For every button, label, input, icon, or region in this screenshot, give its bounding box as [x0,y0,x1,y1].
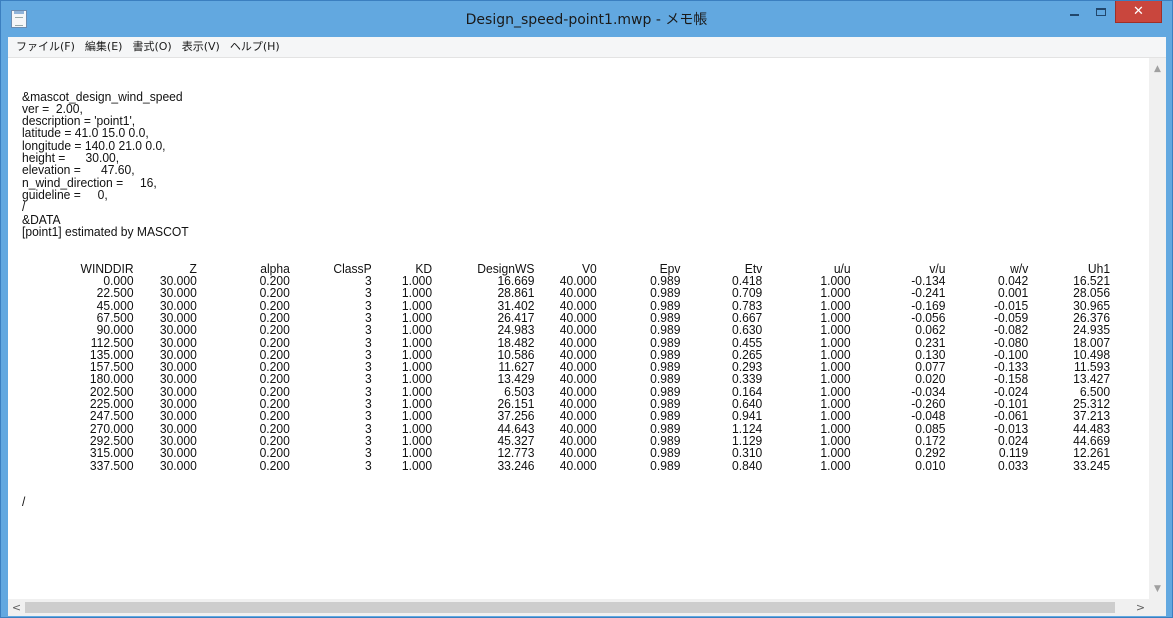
footer-line: / [22,494,26,510]
close-icon: ✕ [1133,4,1144,19]
header-line: elevation = 47.60, [22,162,135,178]
data-table: WINDDIR Zalpha ClassP KD DesignWS V0 Epv Etv u/u… [22,262,1111,473]
footer-lines: / [22,494,1101,510]
table-cell: 0.989 [650,457,681,473]
table-cell: 3 [364,457,372,473]
menu-view[interactable]: 表示(V) [177,37,225,57]
maximize-icon [1096,8,1106,16]
menu-bar: ファイル(F) 編集(E) 書式(O) 表示(V) ヘルプ(H) [8,37,1166,58]
table-cell: 1.000 [401,457,433,473]
table-cell: 0.010 [915,457,946,473]
window-title: Design_speed-point1.mwp - メモ帳 [465,12,708,28]
header-line: height = 30.00, [22,150,120,166]
menu-format[interactable]: 書式(O) [127,37,176,57]
header-line: n_wind_direction = 16, [22,174,157,190]
notepad-window: Design_speed-point1.mwp - メモ帳 ✕ ファイル(F) … [0,0,1173,618]
table-cell: 1.000 [820,457,851,473]
table-cell: 0.840 [732,457,763,473]
header-line: [point1] estimated by MASCOT [22,223,189,239]
chevron-down-icon[interactable]: ▼ [1149,580,1166,597]
header-line: longitude = 140.0 21.0 0.0, [22,137,166,153]
table-cell: 33.246 [497,457,535,473]
chevron-up-icon[interactable]: ▲ [1149,60,1166,77]
header-line: ver = 2.00, [22,100,83,116]
resize-grip[interactable] [1149,599,1166,616]
menu-file[interactable]: ファイル(F) [11,37,80,57]
minimize-button[interactable] [1061,1,1087,23]
horizontal-scrollbar[interactable]: < > [8,599,1149,616]
table-row: 337.500 30.000 0.200 3 1.000 33.246 40.000 0.98… [22,457,1110,473]
title-bar[interactable]: Design_speed-point1.mwp - メモ帳 ✕ [1,1,1172,37]
table-cell: 30.000 [159,457,197,473]
vertical-scrollbar[interactable]: ▲ ▼ [1149,58,1166,599]
table-cell: 40.000 [559,457,597,473]
table-cell: 337.500 [89,457,134,473]
header-line: &mascot_design_wind_speed [22,88,183,104]
scroll-left-button[interactable]: < [8,599,25,616]
scroll-right-button[interactable]: > [1132,599,1149,616]
header-line: description = 'point1', [22,113,136,129]
text-editor[interactable]: &mascot_design_wind_speed ver = 2.00, desc… [8,58,1166,599]
minimize-icon [1069,14,1079,16]
table-cell: 33.245 [1073,457,1111,473]
table-cell: 0.200 [259,457,290,473]
close-button[interactable]: ✕ [1115,1,1162,23]
horizontal-scroll-thumb[interactable] [25,602,1115,613]
header-lines: &mascot_design_wind_speed ver = 2.00, desc… [22,88,1101,239]
menu-help[interactable]: ヘルプ(H) [225,37,285,57]
table-cell: 0.033 [997,457,1029,473]
menu-edit[interactable]: 編集(E) [80,37,128,57]
maximize-button[interactable] [1088,1,1114,23]
header-line: latitude = 41.0 15.0 0.0, [22,125,149,141]
document-text: &mascot_design_wind_speed ver = 2.00, desc… [22,66,1111,533]
header-line: / [22,199,26,215]
header-line: guideline = 0, [22,186,108,202]
